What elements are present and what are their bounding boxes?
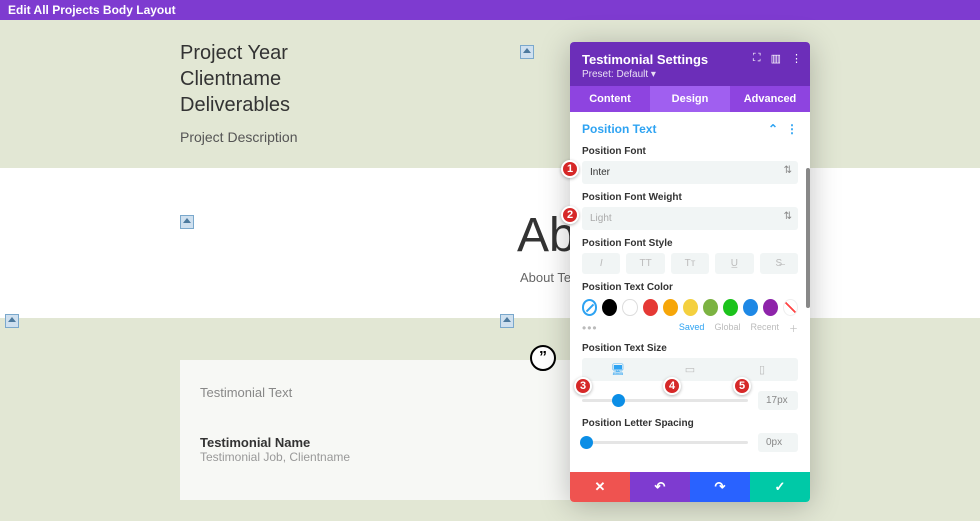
tab-design[interactable]: Design: [650, 86, 730, 112]
project-year: Project Year: [180, 40, 298, 66]
swatch-yellow[interactable]: [683, 299, 698, 316]
size-slider[interactable]: [582, 399, 748, 402]
top-bar: Edit All Projects Body Layout: [0, 0, 980, 20]
size-label: Position Text Size: [582, 343, 798, 354]
spacing-label: Position Letter Spacing: [582, 418, 798, 429]
color-swatches: [582, 299, 798, 316]
swatch-tab-global[interactable]: Global: [714, 322, 740, 335]
project-description: Project Description: [180, 124, 298, 150]
save-button[interactable]: ✓: [750, 472, 810, 502]
swatch-tab-saved[interactable]: Saved: [679, 322, 705, 335]
font-label: Position Font: [582, 146, 798, 157]
annotation-badge-3: 3: [574, 377, 592, 395]
smallcaps-button[interactable]: Tᴛ: [671, 253, 709, 274]
device-desktop[interactable]: 🖥: [582, 358, 654, 381]
settings-panel: Testimonial Settings Preset: Default ▾ ⛶…: [570, 42, 810, 502]
image-placeholder-icon: [500, 314, 514, 328]
section-menu-icon[interactable]: ⋮: [786, 122, 798, 136]
device-tabs: 🖥 ▭ ▯: [582, 358, 798, 381]
italic-button[interactable]: I: [582, 253, 620, 274]
uppercase-button[interactable]: TT: [626, 253, 664, 274]
swatch-black[interactable]: [602, 299, 617, 316]
swatch-green[interactable]: [723, 299, 738, 316]
hero-band: [0, 20, 980, 168]
tab-content[interactable]: Content: [570, 86, 650, 112]
weight-select[interactable]: Light ⇅: [582, 207, 798, 230]
image-placeholder-icon: [180, 215, 194, 229]
underline-button[interactable]: U̲: [715, 253, 753, 274]
color-label: Position Text Color: [582, 282, 798, 293]
annotation-badge-5: 5: [733, 377, 751, 395]
annotation-badge-2: 2: [561, 206, 579, 224]
color-picker-button[interactable]: [582, 299, 597, 316]
panel-footer: ✕ ↶ ↷ ✓: [570, 472, 810, 502]
project-deliverables: Deliverables: [180, 92, 298, 118]
quote-icon: ”: [530, 345, 556, 371]
device-tablet[interactable]: ▭: [654, 358, 726, 381]
scrollbar[interactable]: [806, 168, 810, 308]
strike-button[interactable]: S̶: [760, 253, 798, 274]
annotation-badge-4: 4: [663, 377, 681, 395]
panel-preset[interactable]: Preset: Default ▾: [582, 69, 798, 80]
chevron-updown-icon: ⇅: [784, 211, 792, 222]
section-header[interactable]: Position Text ⌃ ⋮: [582, 122, 798, 136]
panel-header[interactable]: Testimonial Settings Preset: Default ▾ ⛶…: [570, 42, 810, 86]
swatch-orange[interactable]: [663, 299, 678, 316]
annotation-badge-1: 1: [561, 160, 579, 178]
top-bar-title: Edit All Projects Body Layout: [8, 3, 176, 17]
columns-icon[interactable]: ▥: [771, 52, 781, 65]
close-button[interactable]: ✕: [570, 472, 630, 502]
image-placeholder-icon: [5, 314, 19, 328]
testimonial-job: Testimonial Job, Clientname: [200, 450, 550, 464]
swatch-white[interactable]: [622, 299, 637, 316]
font-select[interactable]: Inter ⇅: [582, 161, 798, 184]
collapse-icon[interactable]: ⌃: [768, 122, 778, 136]
add-swatch-icon[interactable]: ＋: [789, 322, 798, 335]
project-meta: Project Year Clientname Deliverables Pro…: [180, 40, 298, 150]
size-value[interactable]: 17px: [758, 391, 798, 410]
menu-icon[interactable]: ⋮: [791, 52, 802, 65]
swatch-blue[interactable]: [743, 299, 758, 316]
swatch-none[interactable]: [783, 299, 798, 316]
panel-tabs: Content Design Advanced: [570, 86, 810, 112]
redo-button[interactable]: ↷: [690, 472, 750, 502]
mid-band: [0, 168, 980, 318]
testimonial-text: Testimonial Text: [200, 385, 550, 400]
swatch-tabs: Saved Global Recent ＋: [679, 322, 798, 335]
canvas: Project Year Clientname Deliverables Pro…: [0, 20, 980, 521]
swatch-tab-recent[interactable]: Recent: [750, 322, 779, 335]
expand-icon[interactable]: ⛶: [753, 52, 761, 65]
testimonial-card: Testimonial Text Testimonial Name Testim…: [180, 360, 570, 500]
tab-advanced[interactable]: Advanced: [730, 86, 810, 112]
more-dots-icon[interactable]: •••: [582, 321, 598, 335]
swatch-lime[interactable]: [703, 299, 718, 316]
swatch-red[interactable]: [643, 299, 658, 316]
font-style-buttons: I TT Tᴛ U̲ S̶: [582, 253, 798, 274]
testimonial-name: Testimonial Name: [200, 435, 550, 450]
undo-button[interactable]: ↶: [630, 472, 690, 502]
weight-label: Position Font Weight: [582, 192, 798, 203]
swatch-purple[interactable]: [763, 299, 778, 316]
project-client: Clientname: [180, 66, 298, 92]
chevron-updown-icon: ⇅: [784, 165, 792, 176]
spacing-slider[interactable]: [582, 441, 748, 444]
style-label: Position Font Style: [582, 238, 798, 249]
panel-body: Position Text ⌃ ⋮ Position Font Inter ⇅ …: [570, 112, 810, 472]
image-placeholder-icon: [520, 45, 534, 59]
spacing-value[interactable]: 0px: [758, 433, 798, 452]
